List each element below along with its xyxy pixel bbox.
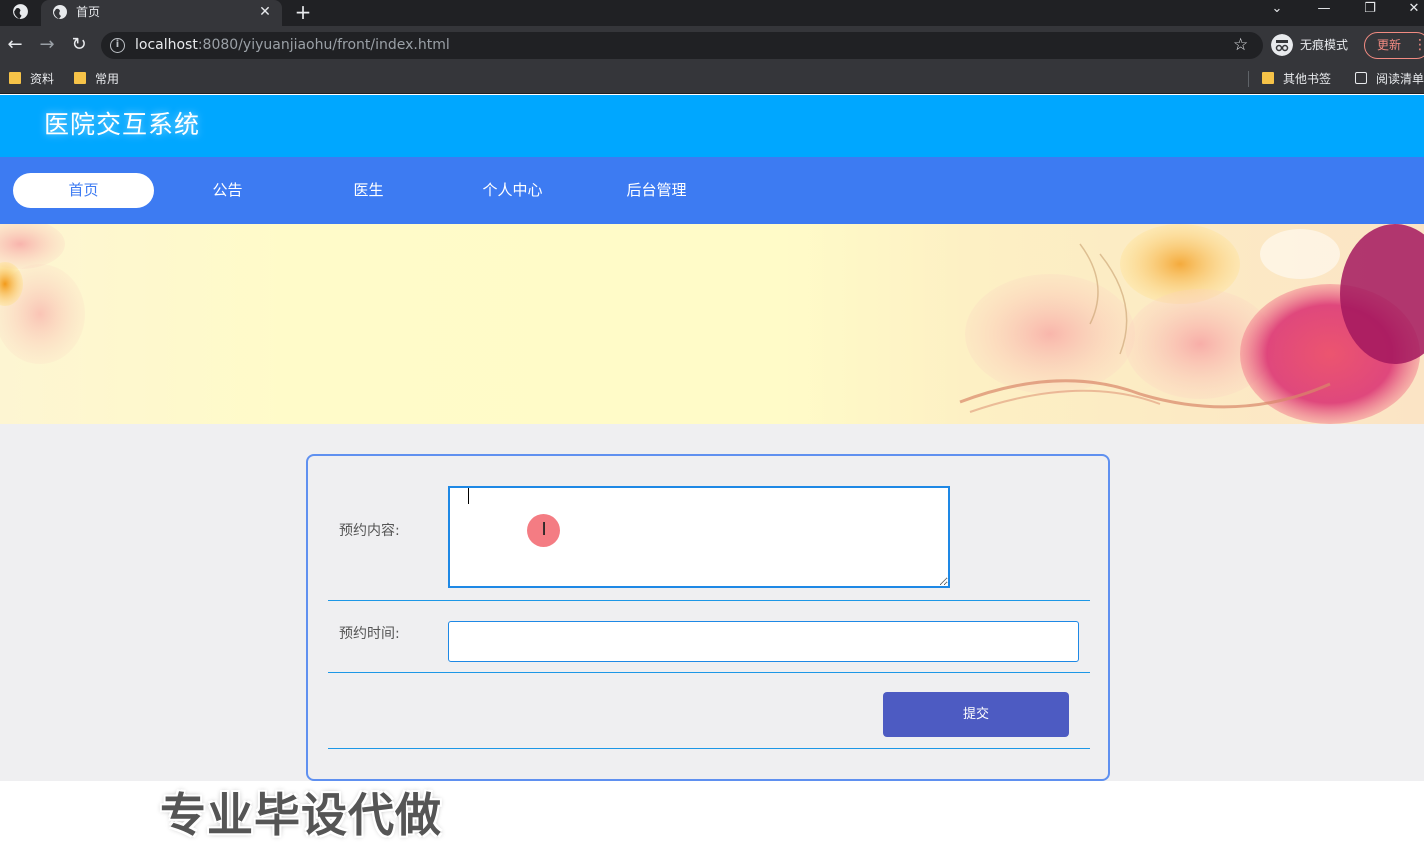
globe-icon[interactable] — [12, 3, 29, 20]
content-textarea[interactable] — [448, 486, 950, 588]
browser-tab-active[interactable]: 首页 ✕ — [41, 0, 282, 26]
star-icon[interactable]: ☆ — [1233, 35, 1248, 55]
text-cursor-icon: I — [541, 519, 547, 540]
folder-icon — [9, 72, 21, 84]
forward-icon[interactable]: → — [37, 34, 57, 56]
nav-item-profile[interactable]: 个人中心 — [442, 173, 583, 208]
nav-item-doctors[interactable]: 医生 — [298, 173, 439, 208]
bookmarks-bar: 资料 常用 其他书签 阅读清单 — [0, 64, 1424, 94]
other-bookmarks[interactable]: 其他书签 — [1262, 71, 1331, 87]
restore-icon[interactable]: ❐ — [1360, 0, 1380, 18]
chevron-down-icon[interactable]: ⌄ — [1267, 0, 1287, 18]
minimize-icon[interactable]: — — [1314, 0, 1334, 18]
folder-icon — [1262, 72, 1274, 84]
banner-carousel[interactable] — [0, 224, 1424, 424]
site-title: 医院交互系统 — [44, 110, 201, 139]
incognito-icon[interactable] — [1271, 34, 1293, 56]
content-label: 预约内容: — [339, 523, 400, 539]
watermark-text: 专业毕设代做 — [160, 788, 442, 842]
appointment-form: 预约内容: 预约时间: 提交 — [306, 454, 1110, 781]
browser-tab-bar: 首页 ✕ + ⌄ — ❐ ✕ — [0, 0, 1424, 26]
form-row-time: 预约时间: — [328, 601, 1090, 673]
bookmark-divider — [1248, 71, 1249, 87]
address-bar[interactable]: i localhost:8080/yiyuanjiaohu/front/inde… — [101, 32, 1263, 59]
info-icon[interactable]: i — [110, 38, 125, 53]
tab-title: 首页 — [76, 5, 101, 19]
browser-toolbar: ← → ↻ i localhost:8080/yiyuanjiaohu/fron… — [0, 26, 1424, 64]
site-header: 医院交互系统 — [0, 95, 1424, 157]
back-icon[interactable]: ← — [5, 34, 25, 56]
reading-list[interactable]: 阅读清单 — [1355, 71, 1424, 87]
reading-list-icon — [1355, 72, 1367, 84]
page-content: 医院交互系统 首页 公告 医生 个人中心 后台管理 预约内容: 预约时间: 提交… — [0, 95, 1424, 864]
form-row-content: 预约内容: — [328, 456, 1090, 601]
bookmark-folder[interactable]: 资料 — [9, 71, 54, 87]
url-text[interactable]: localhost:8080/yiyuanjiaohu/front/index.… — [135, 37, 450, 54]
globe-icon — [53, 5, 67, 19]
text-caret — [468, 488, 469, 504]
nav-item-announcements[interactable]: 公告 — [157, 173, 298, 208]
folder-icon — [74, 72, 86, 84]
main-nav: 首页 公告 医生 个人中心 后台管理 — [0, 157, 1424, 224]
form-row-actions: 提交 — [328, 673, 1090, 749]
new-tab-button[interactable]: + — [293, 0, 313, 24]
reload-icon[interactable]: ↻ — [69, 34, 89, 56]
submit-button[interactable]: 提交 — [883, 692, 1069, 737]
close-icon[interactable]: ✕ — [256, 2, 274, 22]
bookmark-folder[interactable]: 常用 — [74, 71, 119, 87]
nav-item-admin[interactable]: 后台管理 — [586, 173, 727, 208]
incognito-label: 无痕模式 — [1300, 38, 1349, 52]
banner-image — [0, 224, 1424, 424]
time-label: 预约时间: — [339, 626, 400, 642]
window-close-icon[interactable]: ✕ — [1404, 0, 1424, 18]
more-menu-icon[interactable]: ⋮ — [1413, 36, 1424, 54]
nav-item-home[interactable]: 首页 — [13, 173, 154, 208]
time-input[interactable] — [448, 621, 1079, 662]
